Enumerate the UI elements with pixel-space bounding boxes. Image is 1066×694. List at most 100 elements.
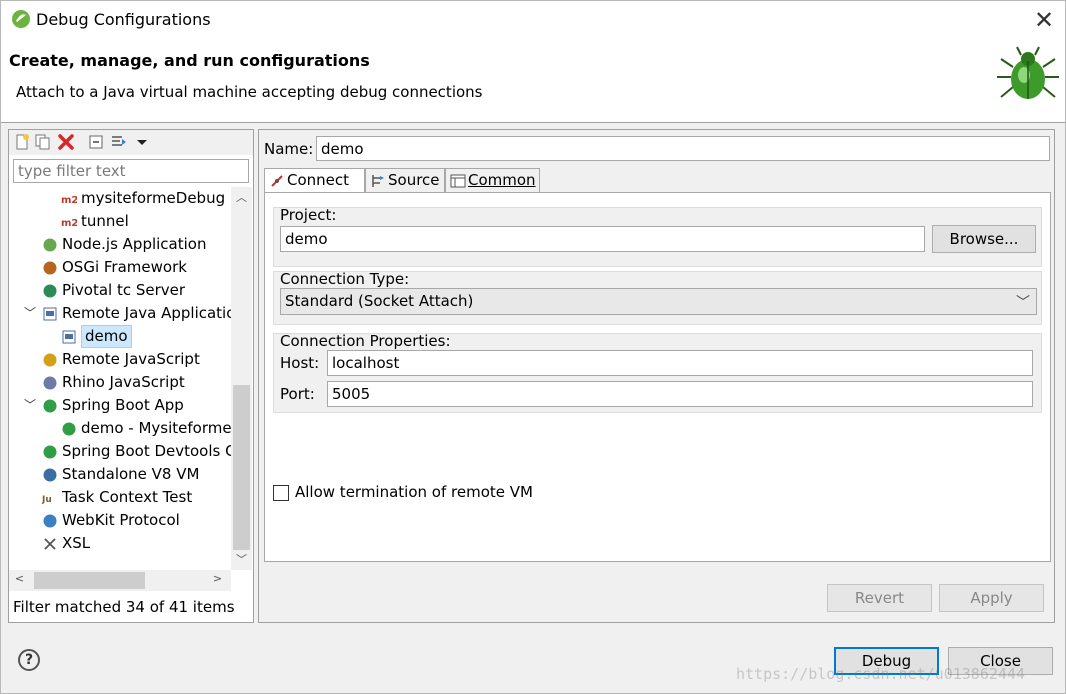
svg-text:m2: m2: [61, 195, 77, 206]
tree-item-label: Spring Boot App: [62, 396, 184, 414]
tree-item-label: Task Context Test: [62, 488, 193, 506]
browse-button[interactable]: Browse...: [932, 225, 1036, 253]
filter-status: Filter matched 34 of 41 items: [13, 598, 235, 616]
common-icon: [450, 174, 466, 188]
window-title: Debug Configurations: [36, 10, 211, 29]
bug-icon: [997, 46, 1059, 99]
view-menu-dropdown-icon[interactable]: [133, 133, 151, 151]
tree-item[interactable]: Spring Boot Devtools Cl: [9, 440, 231, 463]
svg-text:Ju: Ju: [42, 495, 52, 505]
connect-icon: [271, 175, 283, 187]
collapse-all-icon[interactable]: [87, 133, 105, 151]
name-label: Name:: [264, 140, 314, 158]
tree-item-label: OSGi Framework: [62, 258, 187, 276]
host-label: Host:: [280, 354, 320, 372]
host-input[interactable]: [327, 350, 1033, 376]
tree-item[interactable]: WebKit Protocol: [9, 509, 231, 532]
project-group: Project: Browse...: [273, 206, 1042, 267]
revert-button[interactable]: Revert: [827, 584, 932, 612]
tab-common[interactable]: Common: [445, 168, 540, 192]
tree-item[interactable]: Remote JavaScript: [9, 348, 231, 371]
tree-item-label: XSL: [62, 534, 91, 552]
tree-item-label: demo - MysiteformeA: [81, 419, 231, 437]
tree-item[interactable]: Node.js Application: [9, 233, 231, 256]
svg-text:m2: m2: [61, 218, 77, 229]
tab-source[interactable]: Source: [365, 168, 445, 192]
connection-type-label: Connection Type:: [280, 270, 410, 288]
tree-item-label: Rhino JavaScript: [62, 373, 185, 391]
close-icon[interactable]: ✕: [1031, 7, 1057, 33]
header-description: Attach to a Java virtual machine accepti…: [16, 83, 483, 101]
tree-item[interactable]: m2 tunnel: [9, 210, 231, 233]
header-title: Create, manage, and run configurations: [9, 51, 370, 70]
tree-item-label: Standalone V8 VM: [62, 465, 200, 483]
connection-type-select[interactable]: Standard (Socket Attach) ﹀: [280, 288, 1037, 315]
tree-item[interactable]: m2 mysiteformeDebug: [9, 187, 231, 210]
tree-item-label: Spring Boot Devtools Cl: [62, 442, 231, 460]
tree-item-label: Node.js Application: [62, 235, 207, 253]
port-label: Port:: [280, 385, 315, 403]
rhino-icon: [43, 376, 57, 390]
scroll-left-icon[interactable]: <: [11, 572, 28, 585]
osgi-icon: [43, 261, 57, 275]
name-input[interactable]: [316, 136, 1050, 161]
help-icon[interactable]: ?: [18, 649, 40, 671]
apply-button[interactable]: Apply: [939, 584, 1044, 612]
port-input[interactable]: [327, 381, 1033, 407]
delete-icon[interactable]: [57, 133, 75, 151]
scroll-down-icon[interactable]: ﹀: [233, 551, 250, 567]
tree-item[interactable]: ﹀ Remote Java Applicatio: [9, 302, 231, 325]
configuration-tree: m2 mysiteformeDebug m2 tunnel Node.js Applic…: [9, 187, 231, 570]
new-configuration-icon[interactable]: [13, 133, 31, 151]
tree-item[interactable]: OSGi Framework: [9, 256, 231, 279]
tree-item-label: Remote Java Applicatio: [62, 304, 231, 322]
title-bar: Debug Configurations ✕: [1, 1, 1065, 39]
list-toolbar: [9, 130, 253, 155]
tree-horizontal-scrollbar[interactable]: < >: [9, 570, 231, 591]
configuration-list-panel: m2 mysiteformeDebug m2 tunnel Node.js Applic…: [8, 129, 254, 623]
project-input[interactable]: [280, 226, 925, 252]
allow-termination-label: Allow termination of remote VM: [295, 483, 533, 501]
spring-devtools-icon: [43, 445, 57, 459]
tree-item[interactable]: Ju Task Context Test: [9, 486, 231, 509]
spring-boot-icon: [62, 422, 76, 436]
remote-java-icon: [43, 307, 57, 321]
scrollbar-thumb[interactable]: [34, 572, 145, 589]
project-label: Project:: [280, 206, 337, 224]
tree-item[interactable]: ﹀ Spring Boot App: [9, 394, 231, 417]
chevron-down-icon: ﹀: [1016, 295, 1030, 311]
expand-toggle-icon[interactable]: ﹀: [24, 394, 36, 417]
eclipse-spring-icon: [12, 10, 30, 28]
tree-item[interactable]: Standalone V8 VM: [9, 463, 231, 486]
tab-connect[interactable]: Connect: [264, 168, 365, 193]
tree-vertical-scrollbar[interactable]: ︿ ﹀: [231, 187, 252, 570]
tree-item-label: tunnel: [81, 212, 129, 230]
tree-item-label: WebKit Protocol: [62, 511, 180, 529]
configuration-editor: Name: Connect Source Common: [258, 129, 1055, 623]
scroll-up-icon[interactable]: ︿: [233, 189, 250, 205]
junit-icon: Ju: [42, 495, 52, 505]
tree-item[interactable]: demo: [9, 325, 231, 348]
filter-input[interactable]: [13, 159, 249, 183]
maven-m2-icon: m2: [61, 195, 77, 206]
tree-item[interactable]: demo - MysiteformeA: [9, 417, 231, 440]
v8-icon: [43, 468, 57, 482]
duplicate-icon[interactable]: [34, 133, 52, 151]
scrollbar-thumb[interactable]: [233, 385, 250, 550]
expand-toggle-icon[interactable]: ﹀: [24, 302, 36, 325]
connection-properties-group: Connection Properties: Host: Port:: [273, 332, 1042, 413]
scroll-right-icon[interactable]: >: [209, 572, 226, 585]
filter-icon[interactable]: [110, 133, 128, 151]
webkit-icon: [43, 514, 57, 528]
xsl-icon: [44, 538, 56, 550]
connection-type-group: Connection Type: Standard (Socket Attach…: [273, 270, 1042, 325]
pivotal-icon: [43, 284, 57, 298]
tree-item[interactable]: Rhino JavaScript: [9, 371, 231, 394]
tree-item-label: demo: [81, 325, 132, 348]
connection-properties-label: Connection Properties:: [280, 332, 451, 350]
tree-item[interactable]: Pivotal tc Server: [9, 279, 231, 302]
tree-item-label: Remote JavaScript: [62, 350, 200, 368]
checkbox-box[interactable]: [273, 485, 289, 501]
remote-js-icon: [43, 353, 57, 367]
tree-item[interactable]: XSL: [9, 532, 231, 555]
